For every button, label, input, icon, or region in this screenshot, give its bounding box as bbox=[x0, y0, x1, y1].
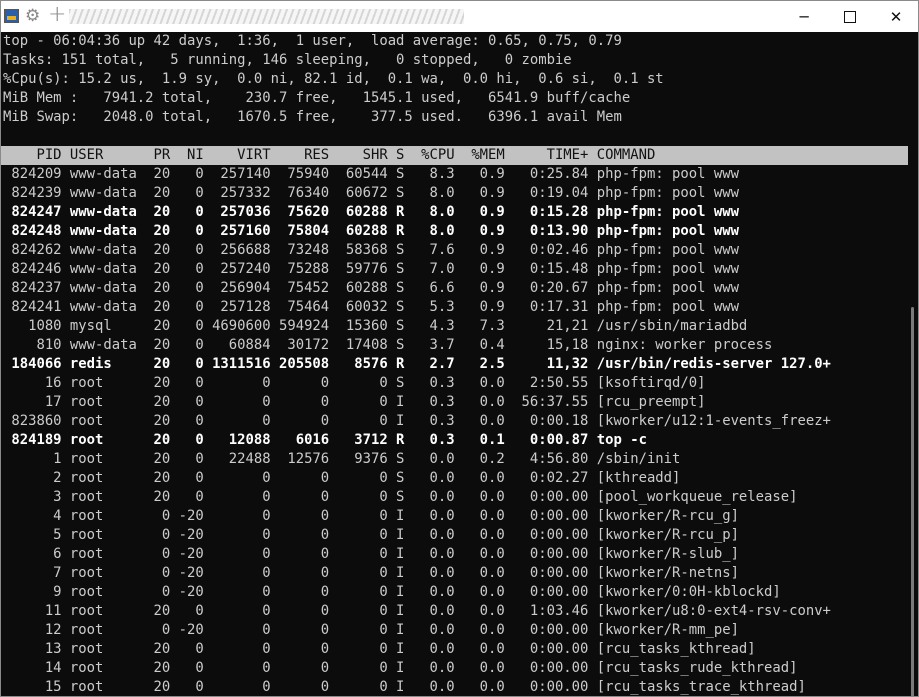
scrollbar[interactable] bbox=[908, 32, 918, 696]
table-row: 824237 www-data 20 0 256904 75452 60288 … bbox=[3, 280, 739, 296]
table-row: 824248 www-data 20 0 257160 75804 60288 … bbox=[3, 223, 739, 239]
gear-icon[interactable]: ⚙ bbox=[25, 7, 40, 25]
table-row: 13 root 20 0 0 0 0 I 0.0 0.0 0:00.00 [rc… bbox=[3, 641, 756, 657]
title-bar[interactable]: ⚙ + ─ ✕ bbox=[1, 1, 918, 32]
table-row: 16 root 20 0 0 0 0 S 0.3 0.0 2:50.55 [ks… bbox=[3, 375, 706, 391]
scrollbar-thumb[interactable] bbox=[911, 307, 914, 696]
summary-tasks: Tasks: 151 total, 5 running, 146 sleepin… bbox=[3, 52, 572, 68]
maximize-button[interactable] bbox=[827, 1, 873, 32]
table-row: 3 root 20 0 0 0 0 S 0.0 0.0 0:00.00 [poo… bbox=[3, 489, 798, 505]
table-row: 824189 root 20 0 12088 6016 3712 R 0.3 0… bbox=[3, 432, 647, 448]
table-row: 5 root 0 -20 0 0 0 I 0.0 0.0 0:00.00 [kw… bbox=[3, 527, 739, 543]
summary-mem: MiB Mem : 7941.2 total, 230.7 free, 1545… bbox=[3, 90, 631, 106]
process-list: 824209 www-data 20 0 257140 75940 60544 … bbox=[1, 165, 908, 696]
process-table-header: PID USER PR NI VIRT RES SHR S %CPU %MEM … bbox=[1, 146, 908, 165]
table-row: 6 root 0 -20 0 0 0 I 0.0 0.0 0:00.00 [kw… bbox=[3, 546, 739, 562]
table-row: 9 root 0 -20 0 0 0 I 0.0 0.0 0:00.00 [kw… bbox=[3, 584, 781, 600]
table-row: 184066 redis 20 0 1311516 205508 8576 R … bbox=[3, 356, 831, 372]
table-row: 15 root 20 0 0 0 0 I 0.0 0.0 0:00.00 [rc… bbox=[3, 679, 806, 695]
table-row: 7 root 0 -20 0 0 0 I 0.0 0.0 0:00.00 [kw… bbox=[3, 565, 739, 581]
table-row: 1080 mysql 20 0 4690600 594924 15360 S 4… bbox=[3, 318, 748, 334]
summary-swap: MiB Swap: 2048.0 total, 1670.5 free, 377… bbox=[3, 109, 622, 125]
terminal-window: ⚙ + ─ ✕ top - 06:04:36 up 42 days, 1:36,… bbox=[0, 0, 919, 697]
terminal-output[interactable]: top - 06:04:36 up 42 days, 1:36, 1 user,… bbox=[1, 32, 908, 696]
table-row: 14 root 20 0 0 0 0 I 0.0 0.0 0:00.00 [rc… bbox=[3, 660, 798, 676]
table-row: 12 root 0 -20 0 0 0 I 0.0 0.0 0:00.00 [k… bbox=[3, 622, 739, 638]
table-row: 824241 www-data 20 0 257128 75464 60032 … bbox=[3, 299, 739, 315]
terminal-app-icon[interactable] bbox=[4, 9, 19, 23]
new-tab-plus-icon[interactable]: + bbox=[48, 4, 66, 26]
table-row: 810 www-data 20 0 60884 30172 17408 S 3.… bbox=[3, 337, 773, 353]
summary-cpu: %Cpu(s): 15.2 us, 1.9 sy, 0.0 ni, 82.1 i… bbox=[3, 71, 664, 87]
table-row: 17 root 20 0 0 0 0 I 0.3 0.0 56:37.55 [r… bbox=[3, 394, 706, 410]
table-row: 1 root 20 0 22488 12576 9376 S 0.0 0.2 4… bbox=[3, 451, 681, 467]
minimize-button[interactable]: ─ bbox=[781, 1, 827, 32]
table-row: 824209 www-data 20 0 257140 75940 60544 … bbox=[3, 166, 739, 182]
table-row: 824239 www-data 20 0 257332 76340 60672 … bbox=[3, 185, 739, 201]
table-row: 11 root 20 0 0 0 0 I 0.0 0.0 1:03.46 [kw… bbox=[3, 603, 831, 619]
table-row: 824246 www-data 20 0 257240 75288 59776 … bbox=[3, 261, 739, 277]
table-row: 4 root 0 -20 0 0 0 I 0.0 0.0 0:00.00 [kw… bbox=[3, 508, 739, 524]
table-row: 824247 www-data 20 0 257036 75620 60288 … bbox=[3, 204, 739, 220]
redacted-title bbox=[69, 9, 464, 24]
table-row: 823860 root 20 0 0 0 0 I 0.3 0.0 0:00.18… bbox=[3, 413, 831, 429]
summary-uptime: top - 06:04:36 up 42 days, 1:36, 1 user,… bbox=[3, 33, 622, 49]
close-button[interactable]: ✕ bbox=[873, 1, 918, 32]
table-row: 2 root 20 0 0 0 0 S 0.0 0.0 0:02.27 [kth… bbox=[3, 470, 681, 486]
table-row: 824262 www-data 20 0 256688 73248 58368 … bbox=[3, 242, 739, 258]
maximize-icon bbox=[844, 10, 856, 23]
